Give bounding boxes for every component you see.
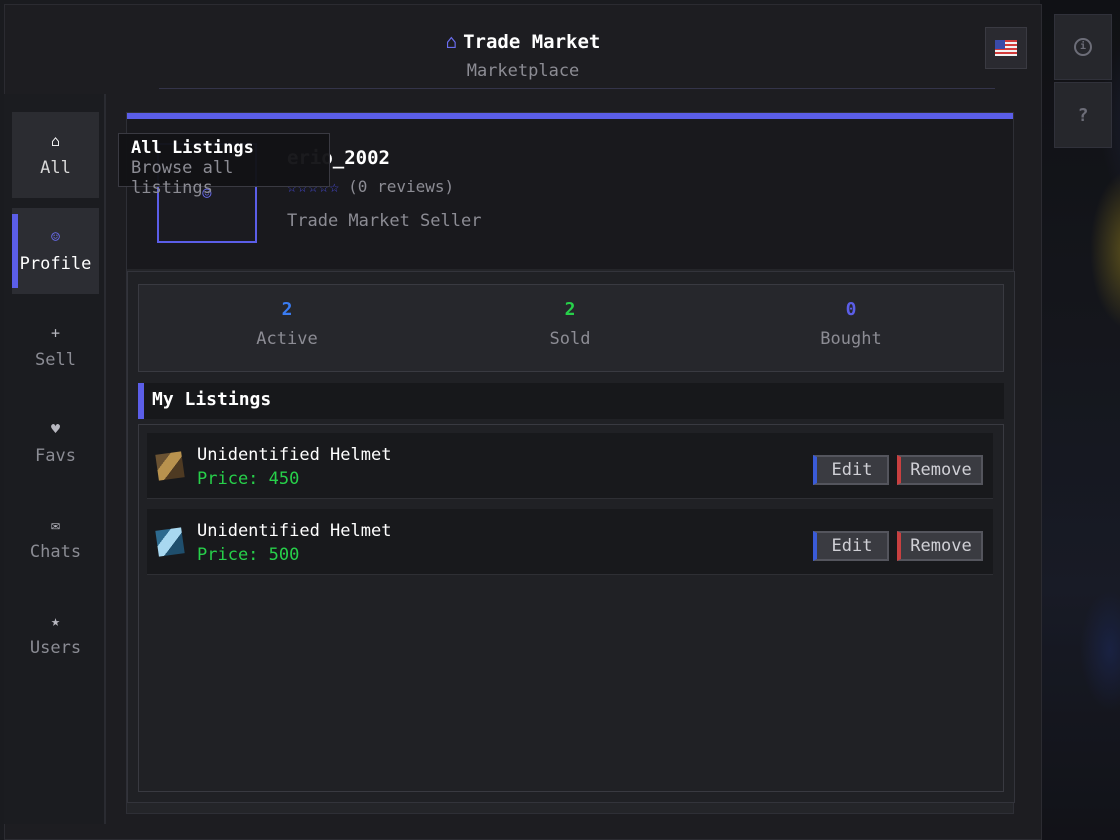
help-button[interactable]: ? (1054, 82, 1112, 148)
stat-value: 2 (281, 299, 293, 320)
stat-label: Sold (549, 329, 591, 349)
stat-label: Bought (820, 329, 882, 349)
plus-icon: + (50, 324, 61, 342)
page-title: ⌂ Trade Market (5, 31, 1041, 53)
stat-active: 2 Active (227, 299, 347, 349)
star-icon: ★ (50, 612, 61, 630)
info-button[interactable]: i (1054, 14, 1112, 80)
listings-list: Unidentified Helmet Price: 450 Edit Remo… (138, 424, 1004, 792)
item-price: Price: 450 (197, 469, 300, 489)
tooltip-all-listings: All Listings Browse all listings (118, 133, 330, 198)
helmet-icon (155, 451, 185, 481)
question-icon: ? (1077, 104, 1089, 126)
page-subtitle: Marketplace (466, 61, 580, 81)
tooltip-description: Browse all listings (131, 158, 234, 198)
item-name: Unidentified Helmet (197, 521, 392, 541)
info-icon: i (1074, 38, 1092, 56)
home-icon: ⌂ (50, 132, 61, 150)
list-item[interactable]: Unidentified Helmet Price: 450 Edit Remo… (147, 433, 993, 499)
remove-button[interactable]: Remove (897, 455, 983, 485)
edit-button[interactable]: Edit (813, 455, 889, 485)
sidebar-item-profile[interactable]: ☺ Profile (12, 208, 99, 294)
stat-bought: 0 Bought (791, 299, 911, 349)
sidebar-item-favs[interactable]: ♥ Favs (12, 400, 99, 486)
sidebar-item-label: Favs (35, 446, 76, 466)
sidebar-item-label: Profile (19, 254, 92, 274)
stat-value: 0 (845, 299, 857, 320)
sidebar-item-all[interactable]: ⌂ All (12, 112, 99, 198)
window-header: ⌂ Trade Market Marketplace (5, 5, 1041, 95)
main-content: ☺ erio_2002 ☆☆☆☆☆(0 reviews) Trade Marke… (126, 112, 1015, 814)
header-divider (159, 88, 995, 89)
home-icon: ⌂ (445, 31, 458, 53)
item-name: Unidentified Helmet (197, 445, 392, 465)
item-price: Price: 500 (197, 545, 300, 565)
heart-icon: ♥ (50, 420, 61, 438)
helmet-icon (155, 527, 185, 557)
stat-label: Active (256, 329, 318, 349)
sidebar-item-label: Users (29, 638, 82, 658)
sidebar-item-users[interactable]: ★ Users (12, 592, 99, 678)
sidebar-item-label: Sell (35, 350, 76, 370)
envelope-icon: ✉ (50, 516, 61, 534)
tooltip-title: All Listings (131, 138, 254, 158)
stat-value: 2 (564, 299, 576, 320)
profile-panel: 2 Active 2 Sold 0 Bought My Listings Uni… (127, 271, 1015, 803)
sidebar-item-sell[interactable]: + Sell (12, 304, 99, 390)
sidebar-item-label: All (40, 158, 71, 178)
remove-button[interactable]: Remove (897, 531, 983, 561)
sidebar-item-chats[interactable]: ✉ Chats (12, 496, 99, 582)
user-icon: ☺ (50, 228, 61, 246)
edit-button[interactable]: Edit (813, 531, 889, 561)
list-item[interactable]: Unidentified Helmet Price: 500 Edit Remo… (147, 509, 993, 575)
sidebar: ⌂ All ☺ Profile + Sell ♥ Favs ✉ Chats ★ … (4, 94, 106, 824)
us-flag-icon (995, 40, 1017, 56)
sidebar-item-label: Chats (29, 542, 82, 562)
stat-sold: 2 Sold (510, 299, 630, 349)
reviews-count: (0 reviews) (348, 177, 455, 196)
seller-role: Trade Market Seller (287, 211, 482, 231)
language-button[interactable] (985, 27, 1027, 69)
stats-bar: 2 Active 2 Sold 0 Bought (138, 284, 1004, 372)
title-text: Trade Market (463, 31, 601, 53)
my-listings-heading: My Listings (138, 383, 1004, 419)
